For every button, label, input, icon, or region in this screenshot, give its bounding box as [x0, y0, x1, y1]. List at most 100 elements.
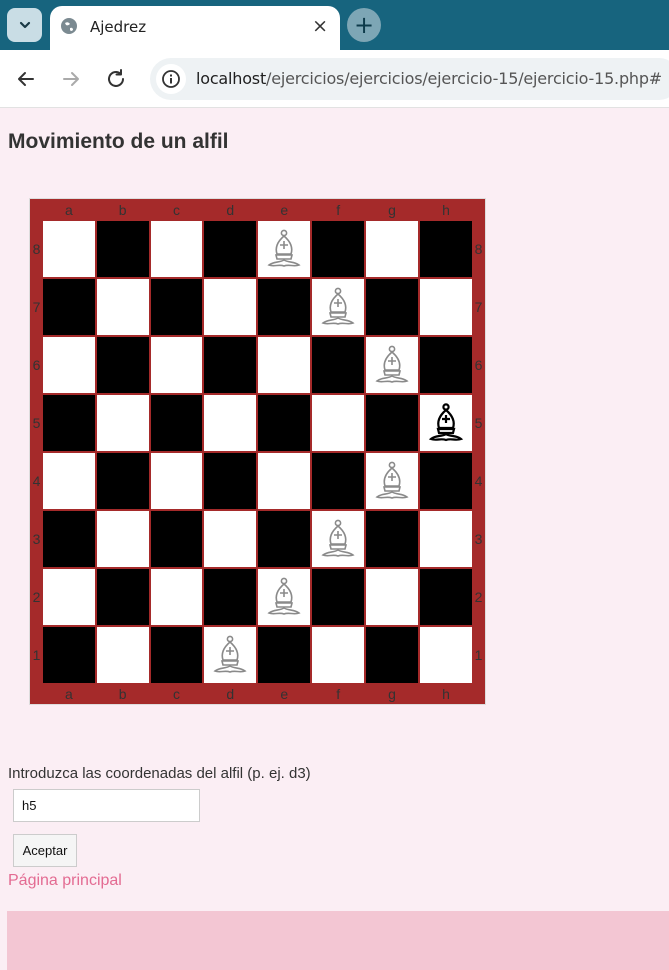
- row-label-right: 7: [473, 279, 483, 335]
- page-title: Movimiento de un alfil: [8, 130, 229, 153]
- column-label-bottom: g: [366, 685, 419, 703]
- active-tab[interactable]: Ajedrez ×: [50, 6, 340, 50]
- column-label-top: a: [42, 201, 95, 219]
- square-b4: [96, 453, 149, 509]
- square-h5: [420, 395, 472, 451]
- url-path: /ejercicios/ejercicios/ejercicio-15/ejer…: [266, 69, 663, 88]
- row-label-left: 8: [32, 221, 41, 277]
- square-e6: [258, 337, 311, 393]
- row-label-left: 7: [32, 279, 41, 335]
- square-d7: [204, 279, 257, 335]
- row-label-left: 3: [32, 511, 41, 567]
- square-h2: [420, 569, 472, 625]
- new-tab-button[interactable]: +: [347, 8, 381, 42]
- square-f7: [312, 279, 365, 335]
- row-label-left: 2: [32, 569, 41, 625]
- square-h6: [420, 337, 472, 393]
- column-label-bottom: h: [420, 685, 472, 703]
- square-c2: [150, 569, 203, 625]
- tab-search-button[interactable]: [7, 8, 42, 42]
- square-a7: [42, 279, 95, 335]
- bishop-icon: [428, 403, 464, 442]
- square-c7: [150, 279, 203, 335]
- column-label-bottom: b: [96, 685, 149, 703]
- row-label-right: 8: [473, 221, 483, 277]
- accept-button[interactable]: Aceptar: [13, 834, 77, 867]
- square-c8: [150, 221, 203, 277]
- row-label-right: 1: [473, 627, 483, 683]
- square-e8: [258, 221, 311, 277]
- bishop-move-icon: [267, 229, 301, 267]
- square-d6: [204, 337, 257, 393]
- column-label-top: d: [204, 201, 257, 219]
- square-d8: [204, 221, 257, 277]
- reload-icon[interactable]: [104, 67, 128, 91]
- square-e4: [258, 453, 311, 509]
- site-info-icon[interactable]: [156, 64, 186, 94]
- row-label-left: 6: [32, 337, 41, 393]
- url-text[interactable]: localhost/ejercicios/ejercicios/ejercici…: [196, 69, 662, 88]
- square-h3: [420, 511, 472, 567]
- back-arrow-icon[interactable]: [14, 67, 38, 91]
- address-bar[interactable]: localhost/ejercicios/ejercicios/ejercici…: [150, 58, 669, 100]
- square-e2: [258, 569, 311, 625]
- square-b8: [96, 221, 149, 277]
- row-label-left: 1: [32, 627, 41, 683]
- square-e7: [258, 279, 311, 335]
- globe-icon: [61, 18, 77, 34]
- square-f4: [312, 453, 365, 509]
- square-f1: [312, 627, 365, 683]
- home-link[interactable]: Página principal: [8, 872, 122, 890]
- square-c4: [150, 453, 203, 509]
- square-g5: [366, 395, 419, 451]
- square-a4: [42, 453, 95, 509]
- square-a2: [42, 569, 95, 625]
- url-host: localhost: [196, 69, 267, 88]
- square-g4: [366, 453, 419, 509]
- bishop-move-icon: [321, 287, 355, 325]
- column-label-bottom: d: [204, 685, 257, 703]
- column-label-bottom: f: [312, 685, 365, 703]
- board-corner: [473, 201, 483, 219]
- bishop-move-icon: [321, 519, 355, 557]
- coordinates-prompt: Introduzca las coordenadas del alfil (p.…: [8, 765, 311, 782]
- row-label-right: 2: [473, 569, 483, 625]
- square-h4: [420, 453, 472, 509]
- column-label-top: e: [258, 201, 311, 219]
- column-label-top: f: [312, 201, 365, 219]
- square-e1: [258, 627, 311, 683]
- square-d2: [204, 569, 257, 625]
- column-label-bottom: c: [150, 685, 203, 703]
- board-corner: [473, 685, 483, 703]
- bishop-move-icon: [375, 461, 409, 499]
- column-label-bottom: a: [42, 685, 95, 703]
- board-corner: [32, 685, 41, 703]
- column-label-top: b: [96, 201, 149, 219]
- browser-toolbar: localhost/ejercicios/ejercicios/ejercici…: [0, 50, 669, 108]
- chevron-down-icon: [19, 21, 30, 29]
- square-a5: [42, 395, 95, 451]
- square-a1: [42, 627, 95, 683]
- row-label-left: 4: [32, 453, 41, 509]
- square-h8: [420, 221, 472, 277]
- square-a3: [42, 511, 95, 567]
- coordinates-input[interactable]: [13, 789, 200, 822]
- forward-arrow-icon[interactable]: [59, 67, 83, 91]
- square-d3: [204, 511, 257, 567]
- square-f6: [312, 337, 365, 393]
- footer: [7, 911, 669, 970]
- column-label-top: h: [420, 201, 472, 219]
- close-icon[interactable]: ×: [312, 15, 328, 37]
- square-a8: [42, 221, 95, 277]
- square-b3: [96, 511, 149, 567]
- row-label-right: 6: [473, 337, 483, 393]
- column-label-bottom: e: [258, 685, 311, 703]
- board-corner: [32, 201, 41, 219]
- square-c6: [150, 337, 203, 393]
- square-c3: [150, 511, 203, 567]
- square-g6: [366, 337, 419, 393]
- bishop-move-icon: [213, 635, 247, 673]
- square-c5: [150, 395, 203, 451]
- column-label-top: c: [150, 201, 203, 219]
- bishop-move-icon: [267, 577, 301, 615]
